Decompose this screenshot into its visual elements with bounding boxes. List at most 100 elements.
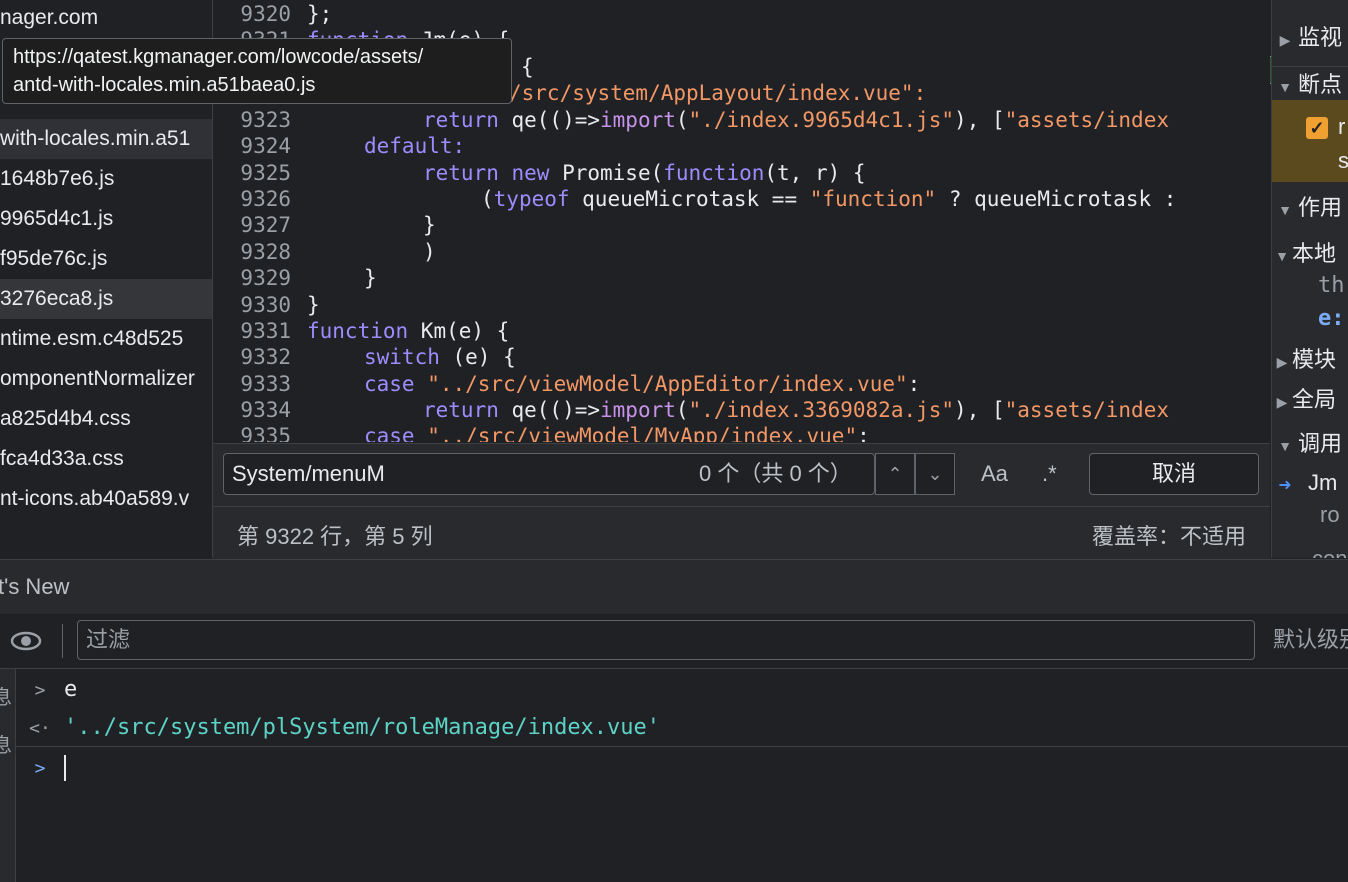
code-line: (typeof queueMicrotask == "function" ? q…	[481, 187, 1177, 211]
breakpoint-item[interactable]: ✓ r s	[1272, 100, 1348, 182]
console-sidebar: 息 息	[0, 669, 16, 882]
file-label: 3276eca8.js	[0, 287, 114, 310]
module-scope[interactable]: ▶ 模块	[1272, 342, 1348, 374]
code-line: {	[521, 55, 534, 79]
file-item[interactable]: a825d4b4.css	[0, 399, 212, 439]
code-line: return qe(()=>import("./index.3369082a.j…	[423, 398, 1169, 422]
line-number[interactable]: 9332	[213, 345, 291, 369]
chevron-left-icon: <·	[29, 718, 51, 739]
coverage-status[interactable]: 覆盖率：不适用	[1092, 519, 1246, 551]
line-number[interactable]: 9329	[213, 266, 291, 290]
console-filter-input[interactable]: 过滤	[77, 620, 1255, 660]
file-item[interactable]: fca4d33a.css	[0, 439, 212, 479]
file-item[interactable]: nager.com	[0, 0, 212, 38]
line-number[interactable]: 9334	[213, 398, 291, 422]
tab-whats-new[interactable]: t's New	[0, 574, 69, 599]
console-prompt[interactable]: >	[16, 749, 1348, 787]
line-number[interactable]: 9323	[213, 108, 291, 132]
triangle-right-icon: ▶	[1276, 354, 1288, 370]
cancel-search-button[interactable]: 取消	[1089, 453, 1259, 495]
file-label: nt-icons.ab40a589.v	[0, 487, 190, 510]
file-item[interactable]: nt-icons.ab40a589.v	[0, 479, 212, 519]
watch-section[interactable]: ▶ 监视	[1272, 20, 1348, 52]
file-item[interactable]: omponentNormalizer	[0, 359, 212, 399]
toolbar-divider	[62, 624, 63, 658]
scope-var-this[interactable]: th	[1318, 273, 1348, 298]
callstack-frame-source: ro	[1320, 502, 1340, 527]
match-case-button[interactable]: Aa	[981, 453, 1008, 495]
file-item[interactable]: 1648b7e6.js	[0, 159, 212, 199]
search-previous-button[interactable]: ⌃	[875, 453, 915, 495]
chevron-right-icon: >	[34, 758, 46, 779]
file-item[interactable]: f95de76c.js	[0, 239, 212, 279]
tooltip-line: antd-with-locales.min.a51baea0.js	[13, 74, 316, 96]
file-label: nager.com	[0, 6, 99, 29]
file-label: f95de76c.js	[0, 247, 108, 270]
file-item-selected[interactable]: 3276eca8.js	[0, 279, 212, 319]
eye-icon[interactable]	[10, 626, 42, 656]
line-number[interactable]: 9328	[213, 240, 291, 264]
debugger-sidebar: ▶ 监视 ▼ 断点 ✓ r s ▼ 作用 ▼ 本地 th e: ▶ 模块 ▶ 全局 ▼ 调用 …	[1271, 0, 1348, 558]
file-url-tooltip: https://qatest.kgmanager.com/lowcode/ass…	[2, 38, 512, 104]
search-match-count: 0 个（共 0 个）	[699, 461, 852, 486]
text-caret	[64, 755, 66, 781]
code-line: return qe(()=>import("./index.9965d4c1.j…	[423, 108, 1169, 132]
console-toolbar: 过滤 默认级别	[0, 614, 1348, 669]
line-number[interactable]: 9324	[213, 134, 291, 158]
code-line: default:	[364, 134, 466, 158]
triangle-right-icon: ▶	[1279, 32, 1291, 48]
log-levels-dropdown[interactable]: 默认级别	[1273, 620, 1348, 660]
line-number[interactable]: 9333	[213, 372, 291, 396]
breakpoints-section[interactable]: ▼ 断点	[1272, 66, 1348, 99]
scope-section[interactable]: ▼ 作用	[1272, 190, 1348, 222]
sidebar-item-label[interactable]: 息	[0, 681, 12, 710]
triangle-right-icon: ▶	[1276, 394, 1288, 410]
code-line: case "../src/viewModel/MyApp/index.vue":	[364, 424, 870, 442]
tooltip-line: https://qatest.kgmanager.com/lowcode/ass…	[13, 46, 424, 68]
global-scope[interactable]: ▶ 全局	[1272, 382, 1348, 414]
console-output[interactable]: > e <· '../src/system/plSystem/roleManage/…	[16, 669, 1348, 882]
code-line: }	[423, 213, 436, 237]
checkbox-checked-icon[interactable]: ✓	[1306, 117, 1328, 139]
console-input-line: > e	[16, 671, 1348, 709]
sidebar-item-label[interactable]: 息	[0, 729, 12, 758]
triangle-down-icon: ▼	[1278, 438, 1292, 454]
triangle-down-icon: ▼	[1275, 248, 1289, 264]
local-scope[interactable]: ▼ 本地	[1272, 236, 1348, 268]
regex-button[interactable]: .*	[1042, 453, 1057, 495]
callstack-section[interactable]: ▼ 调用	[1272, 426, 1348, 458]
line-number[interactable]: 9331	[213, 319, 291, 343]
file-label: with-locales.min.a51	[0, 127, 191, 150]
line-number[interactable]: 9335	[213, 424, 291, 442]
code-line: switch (e) {	[364, 345, 516, 369]
chevron-up-icon: ⌃	[887, 464, 903, 484]
line-number[interactable]: 9320	[213, 2, 291, 26]
code-line: }	[364, 266, 377, 290]
triangle-down-icon: ▼	[1278, 202, 1292, 218]
arrow-right-icon: ➜	[1278, 477, 1292, 494]
file-label: 9965d4c1.js	[0, 207, 114, 230]
scope-var-e[interactable]: e:	[1318, 306, 1348, 331]
callstack-frame-active[interactable]: ➜ Jm	[1272, 470, 1348, 496]
callstack-frame[interactable]: con	[1312, 546, 1348, 558]
console-result-line: <· '../src/system/plSystem/roleManage/ind…	[16, 709, 1348, 747]
file-item[interactable]: with-locales.min.a51	[0, 119, 212, 159]
code-line: function Km(e) {	[307, 319, 510, 343]
line-number[interactable]: 9326	[213, 187, 291, 211]
code-line: /src/system/AppLayout/index.vue":	[509, 81, 927, 105]
triangle-down-icon: ▼	[1278, 79, 1292, 95]
search-next-button[interactable]: ⌄	[915, 453, 955, 495]
line-number[interactable]: 9325	[213, 161, 291, 185]
file-item[interactable]: 9965d4c1.js	[0, 199, 212, 239]
code-line: return new Promise(function(t, r) {	[423, 161, 866, 185]
line-number[interactable]: 9327	[213, 213, 291, 237]
code-line: case "../src/viewModel/AppEditor/index.v…	[364, 372, 921, 396]
drawer-tab-bar: t's New	[0, 559, 1348, 615]
code-line: )	[423, 240, 436, 264]
status-bar: 第 9322 行，第 5 列 覆盖率：不适用	[213, 506, 1270, 559]
chevron-down-icon: ⌄	[927, 464, 943, 484]
line-number[interactable]: 9330	[213, 293, 291, 317]
file-label: fca4d33a.css	[0, 447, 124, 470]
cursor-position: 第 9322 行，第 5 列	[237, 524, 433, 549]
file-item[interactable]: ntime.esm.c48d525	[0, 319, 212, 359]
